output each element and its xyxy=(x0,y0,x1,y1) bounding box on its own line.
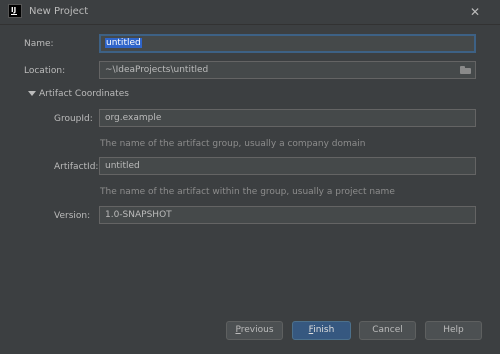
intellij-logo-icon: IJ xyxy=(8,4,22,18)
groupid-hint: The name of the artifact group, usually … xyxy=(100,139,366,149)
title-bar: IJ New Project ✕ xyxy=(0,0,500,25)
previous-label: revious xyxy=(240,325,274,335)
location-value: ~\IdeaProjects\untitled xyxy=(105,65,209,75)
artifactid-value: untitled xyxy=(105,161,140,171)
version-label: Version: xyxy=(54,211,91,221)
version-value: 1.0-SNAPSHOT xyxy=(105,210,172,220)
location-input[interactable]: ~\IdeaProjects\untitled xyxy=(99,61,476,79)
groupid-label: GroupId: xyxy=(54,114,93,124)
finish-label: inish xyxy=(313,325,335,335)
previous-button[interactable]: Previous xyxy=(226,321,283,340)
window-title: New Project xyxy=(29,6,89,17)
help-button[interactable]: Help xyxy=(425,321,482,340)
artifactid-input[interactable]: untitled xyxy=(99,157,476,175)
folder-icon[interactable] xyxy=(460,66,471,74)
artifact-coordinates-title[interactable]: Artifact Coordinates xyxy=(39,89,129,99)
cancel-button[interactable]: Cancel xyxy=(359,321,416,340)
name-value: untitled xyxy=(105,38,142,48)
version-input[interactable]: 1.0-SNAPSHOT xyxy=(99,206,476,224)
finish-button[interactable]: Finish xyxy=(292,321,351,340)
name-label: Name: xyxy=(24,39,54,49)
groupid-value: org.example xyxy=(105,113,162,123)
artifactid-label: ArtifactId: xyxy=(54,162,99,172)
name-input[interactable]: untitled xyxy=(99,34,476,53)
close-icon[interactable]: ✕ xyxy=(466,3,484,21)
location-label: Location: xyxy=(24,66,66,76)
artifactid-hint: The name of the artifact within the grou… xyxy=(100,187,395,197)
groupid-input[interactable]: org.example xyxy=(99,109,476,127)
triangle-down-icon[interactable] xyxy=(28,91,36,96)
